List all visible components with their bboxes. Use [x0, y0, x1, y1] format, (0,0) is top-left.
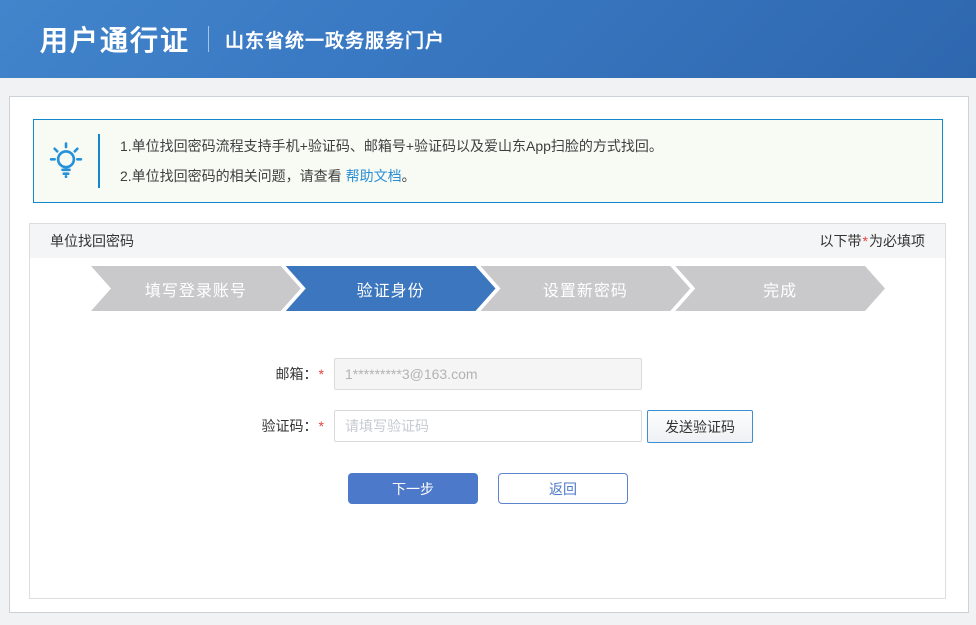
- form-panel: 单位找回密码 以下带*为必填项 填写登录账号 验证身份 设置新密码 完成 邮箱：…: [29, 223, 946, 599]
- required-note-prefix: 以下带: [819, 233, 862, 249]
- email-label-text: 邮箱：: [275, 366, 318, 382]
- code-label-text: 验证码：: [261, 418, 318, 434]
- portal-subtitle: 山东省统一政务服务门户: [225, 30, 446, 52]
- step-complete: 完成: [675, 266, 885, 311]
- required-note-star: *: [862, 233, 868, 249]
- main-card: 1.单位找回密码流程支持手机+验证码、邮箱号+验证码以及爱山东App扫脸的方式找…: [9, 96, 969, 613]
- verification-code-input[interactable]: [334, 410, 642, 442]
- tip-line-1: 1.单位找回密码流程支持手机+验证码、邮箱号+验证码以及爱山东App扫脸的方式找…: [120, 138, 663, 154]
- lightbulb-icon: [34, 140, 98, 182]
- next-step-button[interactable]: 下一步: [348, 473, 478, 504]
- required-note: 以下带*为必填项: [820, 231, 925, 251]
- step-verify-identity: 验证身份: [286, 266, 496, 311]
- tip-line-2-text: 2.单位找回密码的相关问题，请查看: [120, 168, 346, 184]
- email-field: [334, 358, 642, 390]
- tip-box: 1.单位找回密码流程支持手机+验证码、邮箱号+验证码以及爱山东App扫脸的方式找…: [33, 119, 943, 203]
- tip-text: 1.单位找回密码流程支持手机+验证码、邮箱号+验证码以及爱山东App扫脸的方式找…: [100, 131, 663, 191]
- header-divider: [208, 26, 210, 52]
- email-label: 邮箱：*: [50, 358, 325, 390]
- tip-line-2: 2.单位找回密码的相关问题，请查看 帮助文档。: [120, 161, 663, 191]
- email-required-star: *: [318, 366, 324, 382]
- section-title: 单位找回密码: [50, 233, 134, 249]
- page-header: 用户通行证 山东省统一政务服务门户: [0, 0, 976, 78]
- back-button[interactable]: 返回: [498, 473, 628, 504]
- required-note-suffix: 为必填项: [869, 233, 925, 249]
- tip-line-2-suffix: 。: [401, 168, 416, 184]
- step-fill-account: 填写登录账号: [91, 266, 301, 311]
- step-set-new-password: 设置新密码: [481, 266, 691, 311]
- code-label: 验证码：*: [50, 410, 325, 442]
- code-required-star: *: [318, 418, 324, 434]
- app-title: 用户通行证: [40, 25, 191, 56]
- step-wizard: 填写登录账号 验证身份 设置新密码 完成: [91, 266, 885, 311]
- send-code-button[interactable]: 发送验证码: [647, 410, 753, 443]
- section-header-bar: 单位找回密码 以下带*为必填项: [30, 224, 945, 258]
- help-doc-link[interactable]: 帮助文档: [346, 168, 402, 184]
